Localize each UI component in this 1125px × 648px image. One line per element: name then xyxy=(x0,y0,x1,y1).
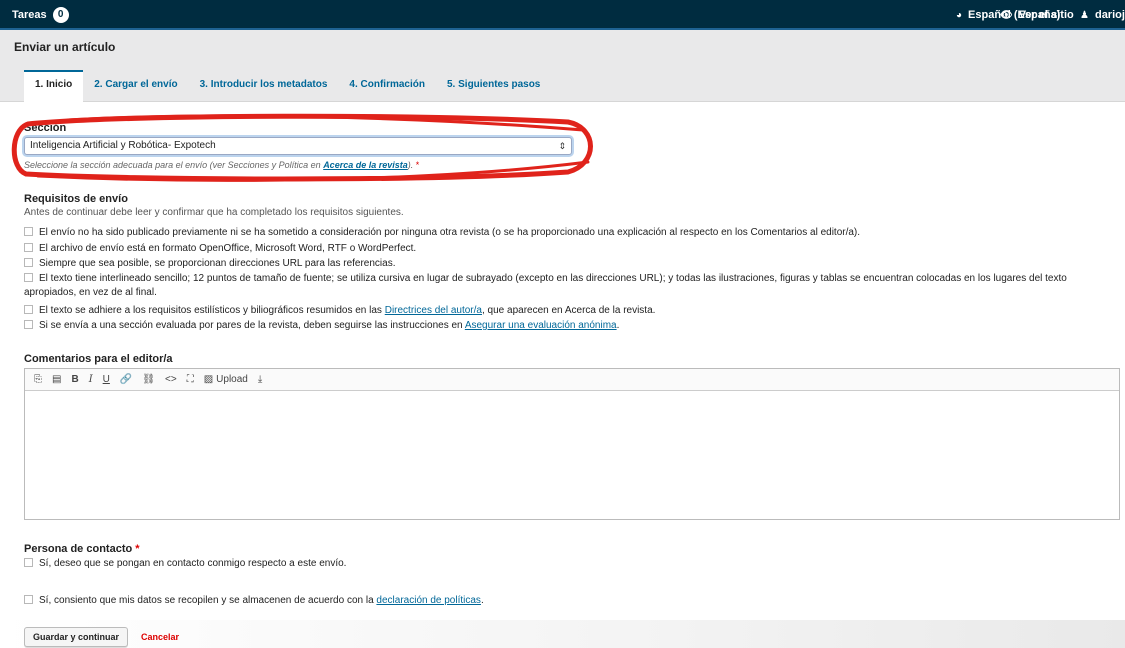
comments-textarea[interactable] xyxy=(25,391,1119,519)
contact-consent-text: Sí, deseo que se pongan en contacto conm… xyxy=(39,558,347,569)
required-marker: * xyxy=(415,160,420,170)
top-bar: Tareas 0 ◕ Español (España) 👁 Ver el sit… xyxy=(0,0,1125,30)
requirement-text: El archivo de envío está en formato Open… xyxy=(39,243,417,254)
contact-consent-checkbox[interactable] xyxy=(24,558,33,567)
comments-editor: ⎘ ▤ B I U 🔗 ⛓ <> ⛶ ▨ Upload ⤓ xyxy=(24,368,1120,520)
data-consent-row: Sí, consiento que mis datos se recopilen… xyxy=(24,595,484,606)
requirement-text: Siempre que sea posible, se proporcionan… xyxy=(39,258,396,269)
requirements-intro: Antes de continuar debe leer y confirmar… xyxy=(24,207,404,218)
paste-icon[interactable]: ▤ xyxy=(52,374,61,385)
download-icon[interactable]: ⤓ xyxy=(258,374,262,385)
section-select[interactable]: Inteligencia Artificial y Robótica- Expo… xyxy=(24,137,572,155)
comments-editor-title: Comentarios para el editor/a xyxy=(24,353,173,365)
requirement-checkbox[interactable] xyxy=(24,227,33,236)
data-consent-checkbox[interactable] xyxy=(24,595,33,604)
requirement-checkbox[interactable] xyxy=(24,273,33,282)
requirement-item: El envío no ha sido publicado previament… xyxy=(24,227,860,238)
link-icon[interactable]: 🔗 xyxy=(120,374,132,385)
tab-siguientes-pasos[interactable]: 5. Siguientes pasos xyxy=(436,70,551,102)
data-consent-suffix: . xyxy=(480,595,484,606)
tab-inicio[interactable]: 1. Inicio xyxy=(24,70,84,102)
save-continue-button[interactable]: Guardar y continuar xyxy=(24,627,128,647)
section-help-suffix: ). xyxy=(407,160,414,170)
requirement-checkbox[interactable] xyxy=(24,258,33,267)
section-selected-value: Inteligencia Artificial y Robótica- Expo… xyxy=(30,140,216,151)
globe-icon: ◕ xyxy=(956,9,963,21)
requirement-text: , que aparecen en Acerca de la revista. xyxy=(481,305,656,316)
wizard-tabs: 1. Inicio 2. Cargar el envío 3. Introduc… xyxy=(24,70,551,102)
requirement-text: El texto se adhiere a los requisitos est… xyxy=(39,305,385,316)
requirements-title: Requisitos de envío xyxy=(24,193,128,205)
tab-cargar-envio[interactable]: 2. Cargar el envío xyxy=(83,70,188,102)
privacy-policy-link[interactable]: declaración de políticas xyxy=(376,595,481,606)
data-consent-text: Sí, consiento que mis datos se recopilen… xyxy=(39,595,377,606)
user-menu[interactable]: ♟ dariojos xyxy=(1080,9,1125,21)
upload-image-button[interactable]: ▨ Upload xyxy=(204,374,248,385)
requirement-item: Si se envía a una sección evaluada por p… xyxy=(24,320,619,331)
select-arrows-icon: ⇕ xyxy=(558,141,566,151)
requirement-text: El texto tiene interlineado sencillo; 12… xyxy=(24,273,1067,298)
bold-button[interactable]: B xyxy=(71,374,78,385)
requirement-item: Siempre que sea posible, se proporcionan… xyxy=(24,258,396,269)
requirement-text: El envío no ha sido publicado previament… xyxy=(39,227,861,238)
requirement-item: El archivo de envío está en formato Open… xyxy=(24,243,416,254)
user-icon: ♟ xyxy=(1080,9,1089,21)
requirement-item: El texto tiene interlineado sencillo; 12… xyxy=(24,272,1104,300)
contact-title: Persona de contacto * xyxy=(24,543,140,555)
section-help-text: Seleccione la sección adecuada para el e… xyxy=(24,160,419,170)
author-guidelines-link[interactable]: Directrices del autor/a xyxy=(385,305,482,316)
section-label: Sección xyxy=(24,122,67,134)
page-title: Enviar un artículo xyxy=(14,40,116,54)
requirement-text: . xyxy=(616,320,620,331)
cancel-link[interactable]: Cancelar xyxy=(141,632,179,642)
tasks-button[interactable]: Tareas 0 xyxy=(12,7,69,23)
image-icon: ▨ xyxy=(203,374,214,385)
copy-icon[interactable]: ⎘ xyxy=(34,374,42,385)
fullscreen-icon[interactable]: ⛶ xyxy=(187,374,194,385)
contact-title-text: Persona de contacto xyxy=(24,543,133,555)
eye-icon: 👁 xyxy=(1000,9,1013,21)
required-marker: * xyxy=(135,543,140,555)
tasks-label: Tareas xyxy=(12,9,47,21)
editor-toolbar: ⎘ ▤ B I U 🔗 ⛓ <> ⛶ ▨ Upload ⤓ xyxy=(25,369,1119,391)
tab-metadatos[interactable]: 3. Introducir los metadatos xyxy=(189,70,339,102)
underline-button[interactable]: U xyxy=(103,374,110,385)
requirement-checkbox[interactable] xyxy=(24,243,33,252)
italic-button[interactable]: I xyxy=(89,374,93,385)
requirement-checkbox[interactable] xyxy=(24,305,33,314)
requirement-item: El texto se adhiere a los requisitos est… xyxy=(24,305,655,316)
tab-confirmacion[interactable]: 4. Confirmación xyxy=(338,70,436,102)
about-journal-link[interactable]: Acerca de la revista xyxy=(323,160,408,170)
tasks-count-badge: 0 xyxy=(52,7,69,23)
view-site-label: Ver el sitio xyxy=(1018,9,1074,21)
requirement-text: Si se envía a una sección evaluada por p… xyxy=(39,320,465,331)
section-help-prefix: Seleccione la sección adecuada para el e… xyxy=(24,160,324,170)
upload-label: Upload xyxy=(216,374,248,385)
view-site-link[interactable]: 👁 Ver el sitio xyxy=(1000,9,1074,21)
contact-consent-row: Sí, deseo que se pongan en contacto conm… xyxy=(24,558,346,569)
code-button[interactable]: <> xyxy=(165,374,177,385)
anonymous-review-link[interactable]: Asegurar una evaluación anónima xyxy=(465,320,617,331)
unlink-icon[interactable]: ⛓ xyxy=(142,374,155,385)
user-label: dariojos xyxy=(1094,9,1125,21)
requirement-checkbox[interactable] xyxy=(24,320,33,329)
